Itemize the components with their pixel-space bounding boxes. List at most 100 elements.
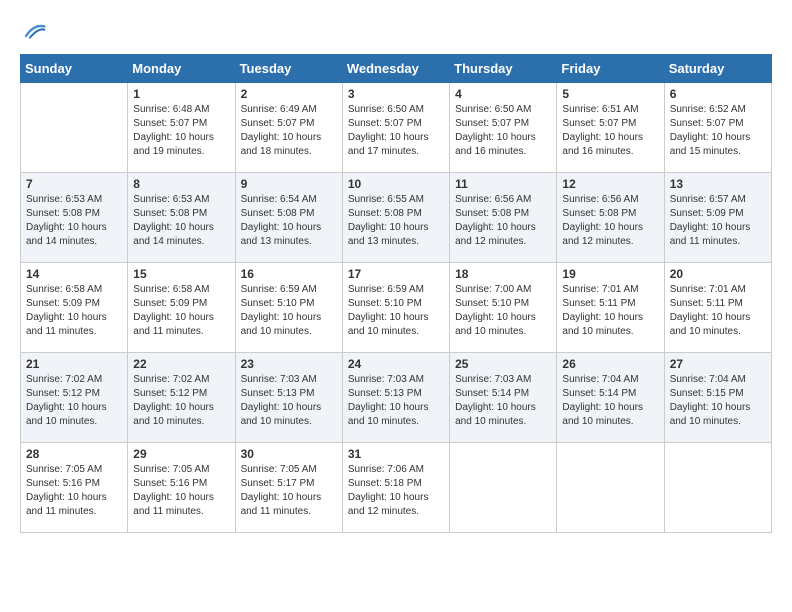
week-row-4: 21 Sunrise: 7:02 AM Sunset: 5:12 PM Dayli… (21, 353, 772, 443)
day-info: Sunrise: 7:04 AM Sunset: 5:14 PM Dayligh… (562, 373, 658, 429)
day-number: 1 (133, 87, 229, 101)
page-header (20, 20, 772, 44)
day-cell (557, 443, 664, 533)
day-info: Sunrise: 7:01 AM Sunset: 5:11 PM Dayligh… (670, 283, 766, 339)
day-number: 12 (562, 177, 658, 191)
day-info: Sunrise: 7:02 AM Sunset: 5:12 PM Dayligh… (133, 373, 229, 429)
day-number: 17 (348, 267, 444, 281)
day-cell: 12 Sunrise: 6:56 AM Sunset: 5:08 PM Dayli… (557, 173, 664, 263)
day-cell (21, 83, 128, 173)
day-number: 7 (26, 177, 122, 191)
day-number: 27 (670, 357, 766, 371)
day-number: 30 (241, 447, 337, 461)
day-info: Sunrise: 7:03 AM Sunset: 5:14 PM Dayligh… (455, 373, 551, 429)
week-row-3: 14 Sunrise: 6:58 AM Sunset: 5:09 PM Dayli… (21, 263, 772, 353)
day-number: 28 (26, 447, 122, 461)
day-cell (664, 443, 771, 533)
day-info: Sunrise: 7:03 AM Sunset: 5:13 PM Dayligh… (241, 373, 337, 429)
day-number: 25 (455, 357, 551, 371)
day-cell: 13 Sunrise: 6:57 AM Sunset: 5:09 PM Dayli… (664, 173, 771, 263)
day-cell: 20 Sunrise: 7:01 AM Sunset: 5:11 PM Dayli… (664, 263, 771, 353)
day-number: 5 (562, 87, 658, 101)
day-number: 13 (670, 177, 766, 191)
day-cell: 11 Sunrise: 6:56 AM Sunset: 5:08 PM Dayli… (450, 173, 557, 263)
day-cell: 5 Sunrise: 6:51 AM Sunset: 5:07 PM Daylig… (557, 83, 664, 173)
logo-icon (22, 20, 46, 44)
day-number: 10 (348, 177, 444, 191)
day-cell: 8 Sunrise: 6:53 AM Sunset: 5:08 PM Daylig… (128, 173, 235, 263)
day-number: 31 (348, 447, 444, 461)
day-cell: 19Sunrise: 7:01 AM Sunset: 5:11 PM Dayli… (557, 263, 664, 353)
day-cell: 3 Sunrise: 6:50 AM Sunset: 5:07 PM Daylig… (342, 83, 449, 173)
day-number: 14 (26, 267, 122, 281)
header-saturday: Saturday (664, 55, 771, 83)
week-row-5: 28 Sunrise: 7:05 AM Sunset: 5:16 PM Dayli… (21, 443, 772, 533)
day-cell: 17 Sunrise: 6:59 AM Sunset: 5:10 PM Dayli… (342, 263, 449, 353)
day-number: 24 (348, 357, 444, 371)
day-info: Sunrise: 6:53 AM Sunset: 5:08 PM Dayligh… (26, 193, 122, 249)
day-cell: 16 Sunrise: 6:59 AM Sunset: 5:10 PM Dayli… (235, 263, 342, 353)
day-info: Sunrise: 6:49 AM Sunset: 5:07 PM Dayligh… (241, 103, 337, 159)
day-number: 20 (670, 267, 766, 281)
day-cell: 28 Sunrise: 7:05 AM Sunset: 5:16 PM Dayli… (21, 443, 128, 533)
day-number: 16 (241, 267, 337, 281)
day-number: 3 (348, 87, 444, 101)
day-number: 26 (562, 357, 658, 371)
day-info: Sunrise: 6:48 AM Sunset: 5:07 PM Dayligh… (133, 103, 229, 159)
calendar-table: SundayMondayTuesdayWednesdayThursdayFrid… (20, 54, 772, 533)
day-info: Sunrise: 7:01 AM Sunset: 5:11 PM Dayligh… (562, 283, 658, 339)
day-cell: 22 Sunrise: 7:02 AM Sunset: 5:12 PM Dayli… (128, 353, 235, 443)
header-tuesday: Tuesday (235, 55, 342, 83)
day-cell: 15 Sunrise: 6:58 AM Sunset: 5:09 PM Dayli… (128, 263, 235, 353)
header-monday: Monday (128, 55, 235, 83)
day-cell: 10Sunrise: 6:55 AM Sunset: 5:08 PM Dayli… (342, 173, 449, 263)
day-info: Sunrise: 7:04 AM Sunset: 5:15 PM Dayligh… (670, 373, 766, 429)
day-cell: 24 Sunrise: 7:03 AM Sunset: 5:13 PM Dayli… (342, 353, 449, 443)
logo (20, 20, 46, 44)
day-info: Sunrise: 7:03 AM Sunset: 5:13 PM Dayligh… (348, 373, 444, 429)
day-info: Sunrise: 7:00 AM Sunset: 5:10 PM Dayligh… (455, 283, 551, 339)
day-info: Sunrise: 6:59 AM Sunset: 5:10 PM Dayligh… (348, 283, 444, 339)
day-cell: 29Sunrise: 7:05 AM Sunset: 5:16 PM Dayli… (128, 443, 235, 533)
day-number: 6 (670, 87, 766, 101)
day-info: Sunrise: 6:57 AM Sunset: 5:09 PM Dayligh… (670, 193, 766, 249)
day-cell: 1 Sunrise: 6:48 AM Sunset: 5:07 PM Daylig… (128, 83, 235, 173)
day-number: 15 (133, 267, 229, 281)
day-info: Sunrise: 6:58 AM Sunset: 5:09 PM Dayligh… (133, 283, 229, 339)
day-cell: 23Sunrise: 7:03 AM Sunset: 5:13 PM Dayli… (235, 353, 342, 443)
week-row-2: 7 Sunrise: 6:53 AM Sunset: 5:08 PM Daylig… (21, 173, 772, 263)
day-number: 9 (241, 177, 337, 191)
day-number: 11 (455, 177, 551, 191)
day-info: Sunrise: 7:06 AM Sunset: 5:18 PM Dayligh… (348, 463, 444, 519)
header-thursday: Thursday (450, 55, 557, 83)
week-row-1: 1 Sunrise: 6:48 AM Sunset: 5:07 PM Daylig… (21, 83, 772, 173)
day-info: Sunrise: 6:52 AM Sunset: 5:07 PM Dayligh… (670, 103, 766, 159)
header-friday: Friday (557, 55, 664, 83)
day-number: 4 (455, 87, 551, 101)
day-number: 22 (133, 357, 229, 371)
day-cell (450, 443, 557, 533)
day-info: Sunrise: 6:59 AM Sunset: 5:10 PM Dayligh… (241, 283, 337, 339)
day-cell: 4Sunrise: 6:50 AM Sunset: 5:07 PM Daylig… (450, 83, 557, 173)
day-info: Sunrise: 6:51 AM Sunset: 5:07 PM Dayligh… (562, 103, 658, 159)
day-info: Sunrise: 6:56 AM Sunset: 5:08 PM Dayligh… (562, 193, 658, 249)
day-info: Sunrise: 6:50 AM Sunset: 5:07 PM Dayligh… (348, 103, 444, 159)
day-info: Sunrise: 7:05 AM Sunset: 5:16 PM Dayligh… (26, 463, 122, 519)
day-cell: 26 Sunrise: 7:04 AM Sunset: 5:14 PM Dayli… (557, 353, 664, 443)
day-cell: 30Sunrise: 7:05 AM Sunset: 5:17 PM Dayli… (235, 443, 342, 533)
day-info: Sunrise: 6:54 AM Sunset: 5:08 PM Dayligh… (241, 193, 337, 249)
day-cell: 25 Sunrise: 7:03 AM Sunset: 5:14 PM Dayli… (450, 353, 557, 443)
day-cell: 31 Sunrise: 7:06 AM Sunset: 5:18 PM Dayli… (342, 443, 449, 533)
day-info: Sunrise: 6:56 AM Sunset: 5:08 PM Dayligh… (455, 193, 551, 249)
day-number: 21 (26, 357, 122, 371)
day-info: Sunrise: 7:02 AM Sunset: 5:12 PM Dayligh… (26, 373, 122, 429)
day-number: 18 (455, 267, 551, 281)
day-cell: 7 Sunrise: 6:53 AM Sunset: 5:08 PM Daylig… (21, 173, 128, 263)
day-cell: 18 Sunrise: 7:00 AM Sunset: 5:10 PM Dayli… (450, 263, 557, 353)
day-cell: 2 Sunrise: 6:49 AM Sunset: 5:07 PM Daylig… (235, 83, 342, 173)
header-row: SundayMondayTuesdayWednesdayThursdayFrid… (21, 55, 772, 83)
day-number: 8 (133, 177, 229, 191)
header-wednesday: Wednesday (342, 55, 449, 83)
day-number: 2 (241, 87, 337, 101)
day-info: Sunrise: 6:53 AM Sunset: 5:08 PM Dayligh… (133, 193, 229, 249)
